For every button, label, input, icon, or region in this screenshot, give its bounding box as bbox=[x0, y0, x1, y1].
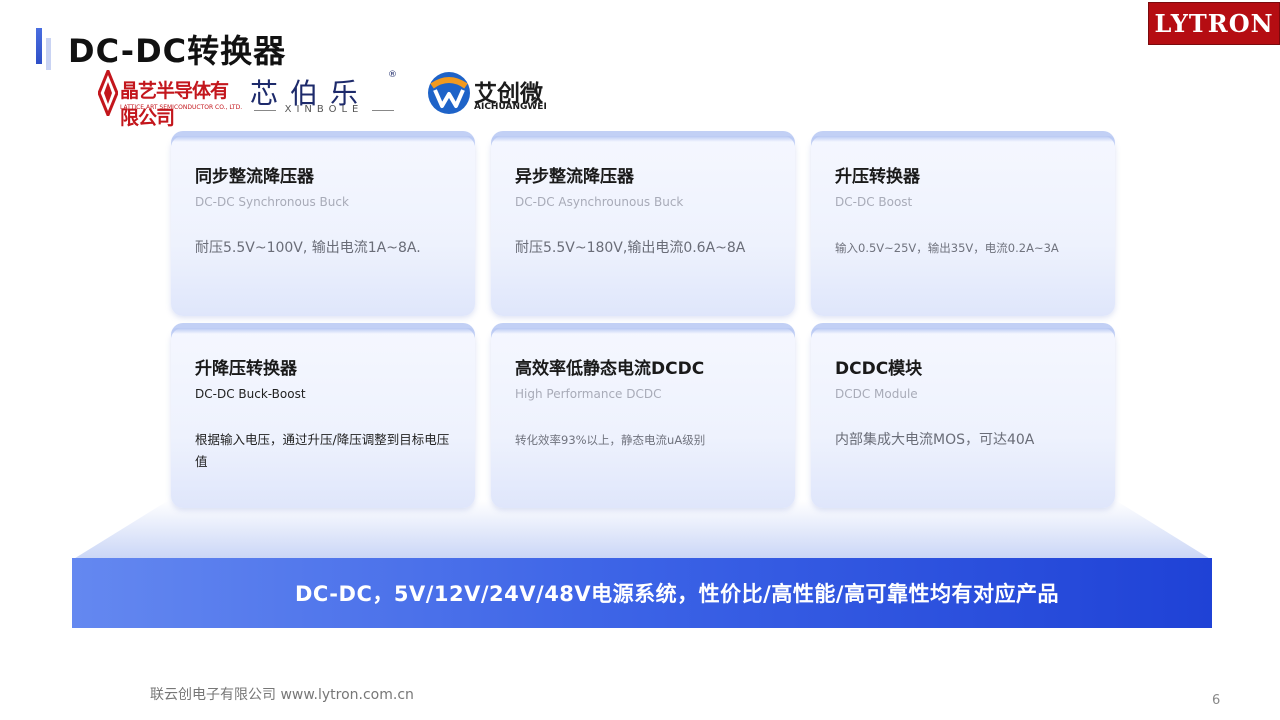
partner-subname: LATTICE ART SEMICONDUCTOR CO., LTD. bbox=[120, 104, 243, 111]
card-title: 同步整流降压器 bbox=[195, 167, 314, 187]
partner-logo-lattice: 晶艺半导体有限公司 LATTICE ART SEMICONDUCTOR CO.,… bbox=[98, 68, 242, 129]
summary-banner: DC-DC，5V/12V/24V/48V电源系统，性价比/高性能/高可靠性均有对… bbox=[72, 558, 1212, 628]
title-accent-bar-secondary bbox=[46, 38, 51, 70]
page-number: 6 bbox=[1212, 693, 1221, 708]
card-title: 高效率低静态电流DCDC bbox=[515, 359, 705, 379]
card-title: 升降压转换器 bbox=[195, 359, 297, 379]
partner-logo-aichuangwei: 艾创微 AICHUANGWEI bbox=[426, 68, 566, 120]
product-card-async-buck[interactable]: 异步整流降压器 DC-DC Asynchrounous Buck 耐压5.5V~… bbox=[491, 136, 795, 316]
card-description: 耐压5.5V~100V, 输出电流1A~8A. bbox=[195, 240, 421, 256]
banner-text: DC-DC，5V/12V/24V/48V电源系统，性价比/高性能/高可靠性均有对… bbox=[294, 582, 1060, 606]
product-card-high-performance[interactable]: 高效率低静态电流DCDC High Performance DCDC 转化效率9… bbox=[491, 328, 795, 508]
registered-mark: ® bbox=[388, 70, 397, 80]
card-subtitle: DC-DC Synchronous Buck bbox=[195, 195, 349, 209]
lytron-logo: LYTRON bbox=[1148, 2, 1280, 45]
product-card-buck-boost[interactable]: 升降压转换器 DC-DC Buck-Boost 根据输入电压，通过升压/降压调整… bbox=[171, 328, 475, 508]
product-card-sync-buck[interactable]: 同步整流降压器 DC-DC Synchronous Buck 耐压5.5V~10… bbox=[171, 136, 475, 316]
card-description: 转化效率93%以上，静态电流uA级别 bbox=[515, 433, 706, 447]
divider bbox=[372, 110, 394, 111]
card-description: 耐压5.5V~180V,输出电流0.6A~8A bbox=[515, 240, 746, 256]
card-description: 输入0.5V~25V，输出35V，电流0.2A~3A bbox=[835, 241, 1059, 255]
title-accent-bar bbox=[36, 28, 42, 64]
card-description: 内部集成大电流MOS，可达40A bbox=[835, 432, 1035, 448]
card-subtitle: High Performance DCDC bbox=[515, 387, 662, 401]
product-card-boost[interactable]: 升压转换器 DC-DC Boost 输入0.5V~25V，输出35V，电流0.2… bbox=[811, 136, 1115, 316]
page-title: DC-DC转换器 bbox=[68, 32, 287, 70]
partner-logo-xinbole: 芯伯乐 ® XINBOLE bbox=[250, 68, 400, 120]
card-subtitle: DC-DC Buck-Boost bbox=[195, 387, 306, 401]
aichuangwei-emblem-icon bbox=[428, 72, 470, 114]
partner-subname: AICHUANGWEI bbox=[474, 102, 547, 112]
card-subtitle: DC-DC Asynchrounous Buck bbox=[515, 195, 684, 209]
partner-name: 晶艺半导体有限公司 bbox=[120, 80, 229, 129]
card-title: 升压转换器 bbox=[835, 167, 920, 187]
platform-base bbox=[72, 500, 1212, 560]
card-title: DCDC模块 bbox=[835, 359, 923, 379]
card-description: 根据输入电压，通过升压/降压调整到目标电压值 bbox=[195, 432, 450, 469]
card-subtitle: DC-DC Boost bbox=[835, 195, 913, 209]
lattice-diamond-icon bbox=[98, 70, 118, 116]
footer-company: 联云创电子有限公司 www.lytron.com.cn bbox=[150, 687, 414, 703]
card-title: 异步整流降压器 bbox=[515, 167, 634, 187]
product-card-module[interactable]: DCDC模块 DCDC Module 内部集成大电流MOS，可达40A bbox=[811, 328, 1115, 508]
card-subtitle: DCDC Module bbox=[835, 387, 918, 401]
